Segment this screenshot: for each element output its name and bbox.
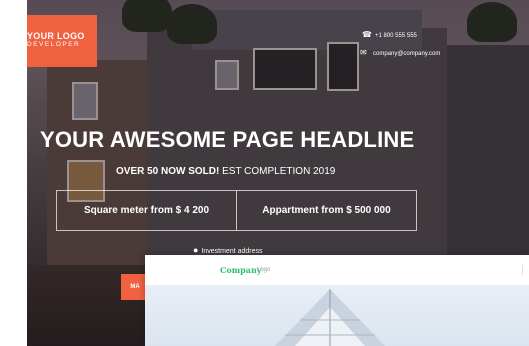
phone-text: +1 800 555 555	[375, 33, 417, 39]
completion-text: EST COMPLETION 2019	[219, 166, 336, 177]
address-text: Investment address	[201, 248, 263, 255]
company-brand[interactable]: Company	[220, 265, 261, 275]
logo-title: YOUR LOGO	[27, 31, 85, 41]
menu-edge	[522, 265, 529, 275]
preview-image	[145, 285, 529, 346]
logo[interactable]: YOUR LOGO DEVELOPER	[27, 15, 97, 67]
sold-text: OVER 50 NOW SOLD!	[116, 166, 220, 177]
price-box: Square meter from $ 4 200 Appartment fro…	[56, 190, 417, 231]
preview-card: Company Logo	[145, 255, 529, 346]
envelope-icon: ✉	[360, 48, 367, 57]
glass-tower-graphic	[275, 289, 385, 346]
phone-icon: ☎	[362, 30, 372, 39]
page-headline: YOUR AWESOME PAGE HEADLINE	[40, 127, 415, 152]
sales-subline: OVER 50 NOW SOLD! EST COMPLETION 2019	[116, 166, 335, 177]
logo-subtitle: DEVELOPER	[27, 41, 81, 48]
location-pin-icon: ●	[193, 245, 199, 255]
contact-email[interactable]: ✉ company@company.com	[360, 49, 440, 58]
contact-phone[interactable]: ☎ +1 800 555 555	[362, 31, 417, 40]
investment-address[interactable]: ● Investment address	[193, 245, 263, 255]
price-apartment: Appartment from $ 500 000	[236, 191, 416, 230]
email-text: company@company.com	[373, 51, 441, 57]
price-square-meter: Square meter from $ 4 200	[83, 205, 210, 216]
company-logo-label: Logo	[257, 267, 271, 273]
preview-header: Company Logo	[145, 255, 529, 285]
